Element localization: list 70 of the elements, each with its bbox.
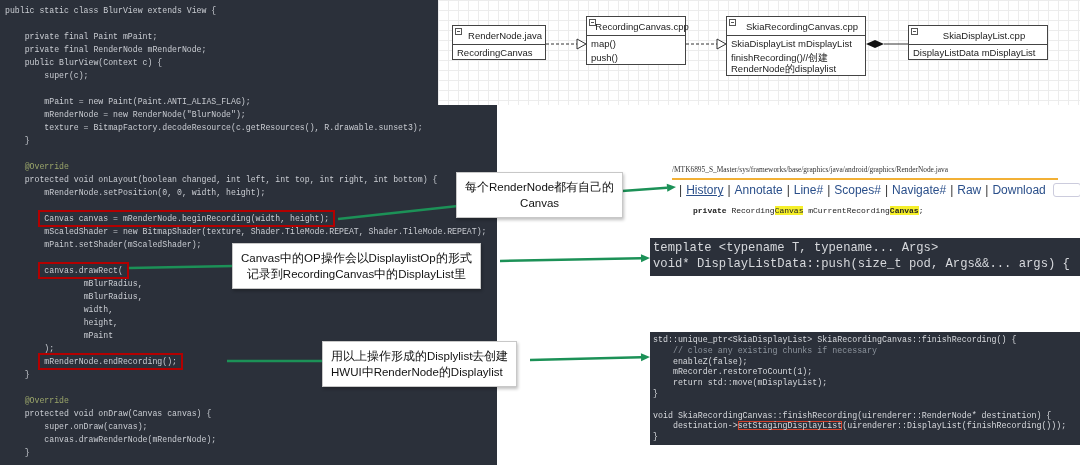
code-line: private final RenderNode mRenderNode; xyxy=(24,45,207,54)
code-line: mPaint = new Paint(Paint.ANTI_ALIAS_FLAG); xyxy=(44,97,251,106)
code-line: mPaint.setShader(mScaledShader); xyxy=(44,240,202,249)
collapse-icon[interactable] xyxy=(911,28,918,35)
code-line: mScaledShader = new BitmapShader(texture, Shader.TileMode.REPEAT, Shader.TileMode.REPEAT); xyxy=(44,227,487,236)
code-line: protected void onLayout(boolean changed, int left, int top, int right, int bottom) { xyxy=(24,175,438,184)
class-title: SkiaRecordingCanvas.cpp xyxy=(746,20,858,32)
code-line: // close any existing chunks if necessary xyxy=(671,345,879,357)
class-title: RenderNode.java xyxy=(468,29,542,41)
code-line: mRenderNode = new RenderNode("BlurNode"); xyxy=(44,110,246,119)
code-line: @Override xyxy=(24,396,69,405)
callout-note: 用以上操作形成的Displylist去创建 HWUI中RenderNode的Displaylist xyxy=(322,341,518,387)
nav-link[interactable]: Download xyxy=(992,183,1046,197)
nav-link[interactable]: Navigate# xyxy=(892,183,947,197)
code-line: canvas.drawRenderNode(mRenderNode); xyxy=(44,435,217,444)
callout-note: 每个RenderNode都有自己的 Canvas xyxy=(456,172,624,218)
separator: | xyxy=(727,183,731,197)
separator: | xyxy=(884,183,889,197)
separator: | xyxy=(985,183,989,197)
code-line: } xyxy=(653,389,659,400)
separator: | xyxy=(950,183,954,197)
class-member: push() xyxy=(590,51,619,64)
code-line: ); xyxy=(44,344,55,353)
callout-note: Canvas中的OP操作会以DisplaylistOp的形式 记录到RecordingCanvas中的DisplayList里 xyxy=(232,243,481,289)
nav-link[interactable]: Scopes# xyxy=(834,183,881,197)
code-line: std::unique_ptr<SkiaDisplayList> SkiaRecordingCanvas::finishRecording() { xyxy=(653,335,1018,346)
nav-link[interactable]: History xyxy=(686,183,724,197)
nav-link[interactable]: Raw xyxy=(957,183,982,197)
code-line: mPaint xyxy=(83,331,114,340)
code-line: template <typename T, typename... Args> xyxy=(653,240,940,256)
class-member: RecordingCanvas xyxy=(456,46,534,59)
code-line: height, xyxy=(83,318,119,327)
class-member: map() xyxy=(590,37,617,50)
code-line: @Override xyxy=(24,162,69,171)
code-line: } xyxy=(653,432,659,443)
code-line: mBlurRadius, xyxy=(83,292,143,301)
code-line: mRecorder.restoreToCount(1); xyxy=(671,367,814,378)
code-line: super.onDraw(canvas); xyxy=(44,422,148,431)
separator: | xyxy=(679,183,683,197)
collapse-icon[interactable] xyxy=(729,19,736,26)
code-line: private RecordingCanvas mCurrentRecordingCanvas; xyxy=(693,206,924,215)
class-member: finishRecording()//创建 RenderNode的displaylist xyxy=(730,51,838,75)
code-line: void* DisplayListData::push(size_t pod, Args&&... args) { xyxy=(653,256,1071,272)
class-title: SkiaDisplayList.cpp xyxy=(942,29,1026,41)
separator: | xyxy=(786,183,790,197)
code-line: } xyxy=(24,370,30,379)
code-line: return std::move(mDisplayList); xyxy=(671,378,829,389)
collapse-icon[interactable] xyxy=(589,19,596,26)
connector-arrow xyxy=(621,183,676,193)
class-member: SkiaDisplayList mDisplayList xyxy=(730,37,853,50)
code-line: width, xyxy=(83,305,114,314)
separator: | xyxy=(827,183,831,197)
code-line: public static class BlurView extends View { xyxy=(5,6,217,15)
code-line: } xyxy=(24,136,30,145)
code-line: } xyxy=(24,448,30,457)
search-field[interactable] xyxy=(1052,183,1080,197)
code-line: enableZ(false); xyxy=(671,356,749,367)
class-member: DisplayListData mDisplayList xyxy=(912,46,1037,59)
nav-link[interactable]: Annotate xyxy=(734,183,783,197)
code-line: texture = BitmapFactory.decodeResource(c.getResources(), R.drawable.sunset3); xyxy=(44,123,423,132)
code-line: protected void onDraw(Canvas canvas) { xyxy=(24,409,212,418)
composition-connector xyxy=(866,40,909,48)
code-line: private final Paint mPaint; xyxy=(24,32,158,41)
collapse-icon[interactable] xyxy=(455,28,462,35)
code-line: void SkiaRecordingCanvas::finishRecording(uirenderer::RenderNode* destination) { xyxy=(653,410,1053,421)
code-line: public BlurView(Context c) { xyxy=(24,58,163,67)
code-line: super(c); xyxy=(44,71,89,80)
code-line: mBlurRadius, xyxy=(83,279,143,288)
code-line: mRenderNode.setPosition(0, 0, width, height); xyxy=(44,188,266,197)
nav-link[interactable]: Line# xyxy=(793,183,824,197)
